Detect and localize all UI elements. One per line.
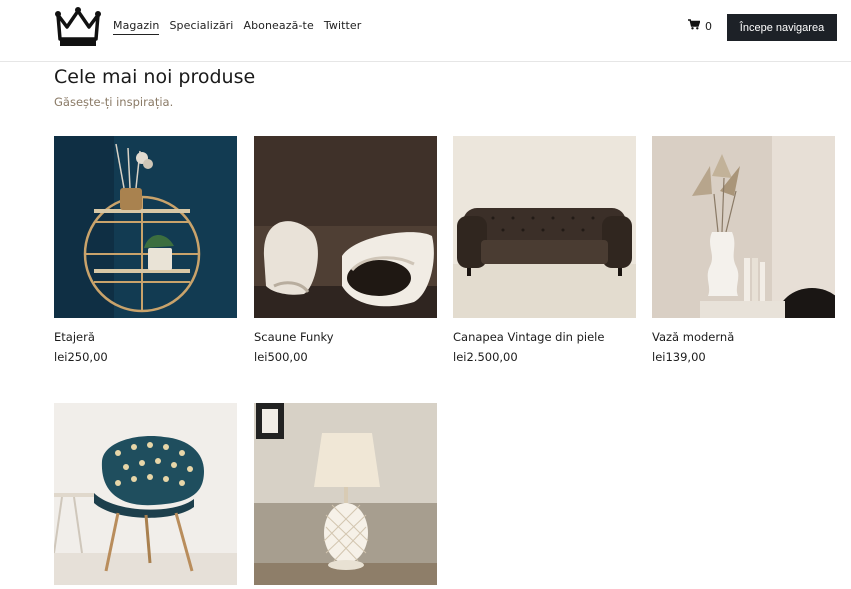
main-nav: Magazin Specializări Abonează-te Twitter: [113, 19, 361, 35]
product-price: lei500,00: [254, 350, 308, 364]
cart-count: 0: [705, 19, 712, 33]
nav-item-magazin[interactable]: Magazin: [113, 19, 160, 35]
product-image-armchair[interactable]: [54, 403, 237, 585]
nav-item-twitter[interactable]: Twitter: [324, 19, 362, 35]
product-image-lamp[interactable]: [254, 403, 437, 585]
product-image-shelf[interactable]: [54, 136, 237, 318]
product-name[interactable]: Etajeră: [54, 330, 237, 344]
product-name[interactable]: Vază modernă: [652, 330, 835, 344]
nav-item-aboneaza[interactable]: Abonează-te: [243, 19, 313, 35]
page-subtitle: Găsește-ți inspirația.: [54, 95, 174, 109]
cart-button[interactable]: 0: [688, 19, 712, 33]
product-card[interactable]: Etajeră lei250,00: [54, 136, 237, 364]
cart-icon: [688, 19, 701, 33]
page-title: Cele mai noi produse: [54, 66, 256, 88]
product-card[interactable]: Canapea Vintage din piele lei2.500,00: [453, 136, 636, 364]
start-browsing-button[interactable]: Începe navigarea: [727, 14, 837, 41]
product-price: lei2.500,00: [453, 350, 518, 364]
nav-item-specializari[interactable]: Specializări: [169, 19, 233, 35]
product-card[interactable]: Scaune Funky lei500,00: [254, 136, 437, 364]
product-image-sofa[interactable]: [453, 136, 636, 318]
product-card[interactable]: [54, 403, 237, 585]
product-image-vase[interactable]: [652, 136, 835, 318]
product-price: lei139,00: [652, 350, 706, 364]
site-header: Magazin Specializări Abonează-te Twitter…: [0, 0, 851, 62]
product-name[interactable]: Canapea Vintage din piele: [453, 330, 636, 344]
product-name[interactable]: Scaune Funky: [254, 330, 437, 344]
product-card[interactable]: Vază modernă lei139,00: [652, 136, 835, 364]
product-price: lei250,00: [54, 350, 108, 364]
product-image-chairs[interactable]: [254, 136, 437, 318]
crown-icon[interactable]: [54, 7, 102, 49]
product-card[interactable]: [254, 403, 437, 585]
